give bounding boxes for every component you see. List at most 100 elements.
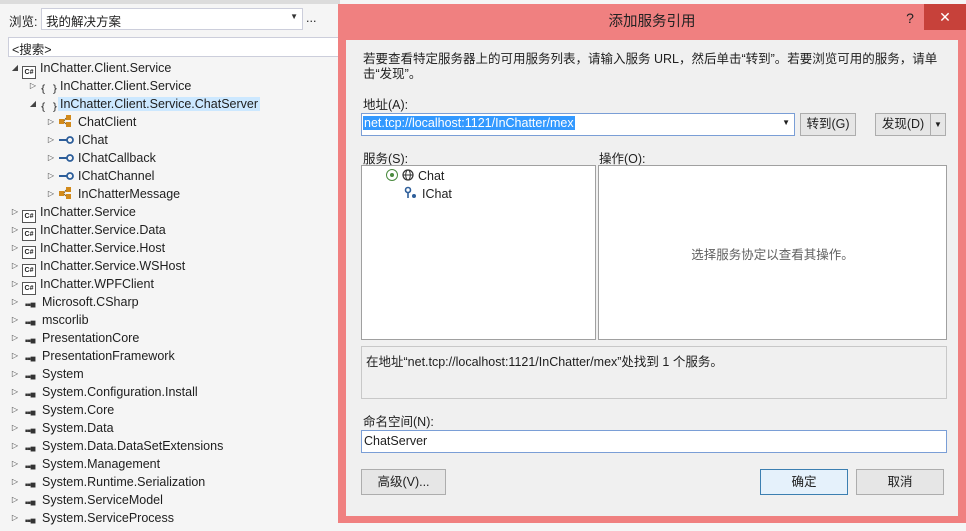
collapsed-arrow-icon[interactable]: ▷ [26, 77, 40, 95]
collapsed-arrow-icon[interactable]: ▷ [44, 167, 58, 185]
address-label: 地址(A): [363, 98, 409, 112]
collapsed-arrow-icon[interactable]: ▷ [44, 149, 58, 167]
tree-node[interactable]: ▷ ▪▪■ System.ServiceProcess [8, 509, 174, 527]
address-value: net.tcp://localhost:1121/InChatter/mex [363, 116, 575, 130]
collapsed-arrow-icon[interactable]: ▷ [8, 257, 22, 275]
tree-node[interactable]: ▷ ▪▪■ Microsoft.CSharp [8, 293, 139, 311]
chevron-down-icon: ▼ [934, 120, 942, 129]
tree-node[interactable]: ▷ ▪▪■ System.Data.DataSetExtensions [8, 437, 223, 455]
browse-label: 浏览: [9, 15, 38, 29]
service-label: Chat [418, 169, 445, 183]
tree-node[interactable]: ▷C# InChatter.Service.Data [8, 221, 166, 241]
search-input[interactable]: <搜索> [8, 37, 342, 57]
tree-node-label: InChatter.Service.Data [40, 223, 166, 237]
tree-node-label: System [42, 367, 84, 381]
tree-node[interactable]: ▷ IChat [44, 131, 108, 149]
tree-node[interactable]: ▷ ▪▪■ System.Core [8, 401, 114, 419]
tree-node[interactable]: ▷ ▪▪■ System [8, 365, 84, 383]
close-button[interactable]: ✕ [924, 4, 966, 30]
interface-icon [58, 151, 74, 165]
status-message-box: 在地址“net.tcp://localhost:1121/InChatter/m… [361, 346, 947, 399]
tree-node[interactable]: ▷C# InChatter.Service.Host [8, 239, 165, 259]
tree-node-label: InChatterMessage [78, 187, 181, 201]
tree-node[interactable]: ◢C# InChatter.Client.Service [8, 59, 171, 79]
tree-node[interactable]: ▷C# InChatter.WPFClient [8, 275, 154, 295]
operations-empty-message: 选择服务协定以查看其操作。 [691, 248, 854, 262]
tree-node-label: System.Data [42, 421, 114, 435]
reference-icon: ▪▪■ [24, 426, 36, 437]
reference-icon: ▪▪■ [24, 372, 36, 383]
collapsed-arrow-icon[interactable]: ▷ [8, 203, 22, 221]
collapsed-arrow-icon[interactable]: ▷ [8, 473, 22, 491]
tree-node-label: Microsoft.CSharp [42, 295, 139, 309]
collapsed-arrow-icon[interactable]: ▷ [8, 347, 22, 365]
collapsed-arrow-icon[interactable]: ▷ [44, 113, 58, 131]
tree-node[interactable]: ◢{ } InChatter.Client.Service.ChatServer [26, 95, 261, 113]
collapsed-arrow-icon[interactable]: ▷ [44, 185, 58, 203]
search-placeholder: <搜索> [12, 43, 52, 57]
contract-node-ichat[interactable]: IChat [404, 185, 452, 203]
collapsed-arrow-icon[interactable]: ▷ [44, 131, 58, 149]
tree-node[interactable]: ▷ InChatterMessage [44, 185, 180, 203]
namespace-icon: { } [40, 102, 59, 113]
tree-node[interactable]: ▷ ▪▪■ System.Data [8, 419, 114, 437]
namespace-input[interactable]: ChatServer [361, 430, 947, 453]
tree-node[interactable]: ▷C# InChatter.Service.WSHost [8, 257, 186, 277]
collapsed-arrow-icon[interactable]: ▷ [8, 491, 22, 509]
tree-node-label: InChatter.Service.WSHost [40, 259, 186, 273]
discover-button[interactable]: 发现(D) [875, 113, 930, 136]
chevron-down-icon: ▼ [782, 118, 790, 127]
tree-node-label: ChatClient [78, 115, 137, 129]
tree-node[interactable]: ▷ ▪▪■ System.ServiceModel [8, 491, 163, 509]
tree-node-label: System.Configuration.Install [42, 385, 198, 399]
collapsed-arrow-icon[interactable]: ▷ [8, 221, 22, 239]
browse-scope-dropdown[interactable]: 我的解决方案 ▼ [41, 8, 303, 30]
collapsed-arrow-icon[interactable]: ▷ [8, 455, 22, 473]
browse-more-button[interactable]: ... [306, 11, 316, 25]
tree-node[interactable]: ▷ ▪▪■ mscorlib [8, 311, 89, 329]
tree-node[interactable]: ▷C# InChatter.Service [8, 203, 136, 223]
reference-icon: ▪▪■ [24, 354, 36, 365]
reference-icon: ▪▪■ [24, 318, 36, 329]
collapsed-arrow-icon[interactable]: ▷ [8, 311, 22, 329]
service-node-chat[interactable]: Chat [386, 167, 444, 185]
operations-list[interactable]: 选择服务协定以查看其操作。 [598, 165, 947, 340]
go-button[interactable]: 转到(G) [800, 113, 856, 136]
address-combo[interactable]: net.tcp://localhost:1121/InChatter/mex ▼ [361, 113, 795, 136]
collapsed-arrow-icon[interactable]: ▷ [8, 293, 22, 311]
tree-node[interactable]: ▷ ▪▪■ System.Runtime.Serialization [8, 473, 205, 491]
tree-node[interactable]: ▷ ChatClient [44, 113, 136, 131]
collapsed-arrow-icon[interactable]: ▷ [8, 365, 22, 383]
collapsed-arrow-icon[interactable]: ▷ [8, 437, 22, 455]
advanced-button[interactable]: 高级(V)... [361, 469, 446, 495]
discover-dropdown-button[interactable]: ▼ [930, 113, 946, 136]
expanded-arrow-icon[interactable]: ◢ [8, 59, 22, 77]
object-browser: 浏览: 我的解决方案 ▼ ... <搜索> ◢C# InChatter.Clien… [0, 0, 342, 527]
help-button[interactable]: ? [896, 4, 924, 32]
toolbar-strip [0, 0, 340, 4]
tree-node[interactable]: ▷ ▪▪■ System.Management [8, 455, 160, 473]
expanded-arrow-icon[interactable]: ◢ [26, 95, 40, 113]
tree-node-label: System.ServiceModel [42, 493, 163, 507]
ok-button[interactable]: 确定 [760, 469, 848, 495]
tree-node[interactable]: ▷{ } InChatter.Client.Service [26, 77, 191, 95]
collapsed-arrow-icon[interactable]: ▷ [8, 329, 22, 347]
cancel-button[interactable]: 取消 [856, 469, 944, 495]
reference-icon: ▪▪■ [24, 390, 36, 401]
chevron-down-icon: ▼ [290, 12, 298, 21]
collapsed-arrow-icon[interactable]: ▷ [8, 239, 22, 257]
collapsed-arrow-icon[interactable]: ▷ [8, 275, 22, 293]
collapsed-arrow-icon[interactable]: ▷ [8, 419, 22, 437]
services-tree[interactable]: Chat IChat [361, 165, 596, 340]
tree-node[interactable]: ▷ IChatChannel [44, 167, 155, 185]
collapsed-arrow-icon[interactable]: ▷ [8, 401, 22, 419]
tree-node[interactable]: ▷ ▪▪■ PresentationCore [8, 329, 139, 347]
expander-icon[interactable] [386, 169, 398, 181]
collapsed-arrow-icon[interactable]: ▷ [8, 509, 22, 527]
collapsed-arrow-icon[interactable]: ▷ [8, 383, 22, 401]
tree-node[interactable]: ▷ ▪▪■ PresentationFramework [8, 347, 175, 365]
tree-node[interactable]: ▷ IChatCallback [44, 149, 156, 167]
interface-icon [58, 133, 74, 147]
service-icon [402, 169, 414, 181]
tree-node[interactable]: ▷ ▪▪■ System.Configuration.Install [8, 383, 198, 401]
